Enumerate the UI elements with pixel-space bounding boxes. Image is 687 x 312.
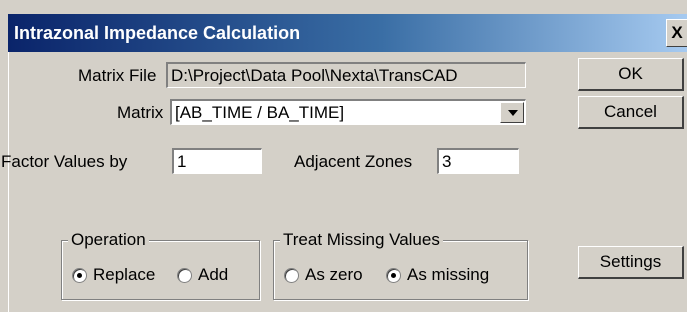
adjacent-zones-label: Adjacent Zones (294, 152, 413, 171)
matrix-selected-value: [AB_TIME / BA_TIME] (175, 103, 345, 122)
operation-legend: Operation (68, 230, 149, 250)
radio-as-missing[interactable]: As missing (386, 265, 489, 285)
radio-checked-icon (72, 267, 87, 283)
matrix-file-field: D:\Project\Data Pool\Nexta\TransCAD (166, 62, 526, 88)
factor-label: Factor Values by (1, 152, 128, 171)
missing-values-legend: Treat Missing Values (280, 230, 443, 250)
matrix-select[interactable]: [AB_TIME / BA_TIME] (170, 99, 526, 125)
chevron-down-icon (508, 110, 518, 116)
close-icon: X (671, 23, 683, 42)
factor-value: 1 (177, 152, 187, 171)
radio-unchecked-icon (284, 267, 299, 283)
matrix-file-label: Matrix File (78, 66, 157, 85)
radio-unchecked-icon (177, 267, 192, 283)
radio-as-zero-label: As zero (305, 265, 363, 284)
title-bar[interactable]: Intrazonal Impedance Calculation X (8, 14, 687, 52)
adjacent-zones-value: 3 (442, 152, 452, 171)
cancel-button[interactable]: Cancel (578, 96, 684, 129)
radio-as-missing-label: As missing (407, 265, 490, 284)
radio-checked-icon (386, 267, 401, 283)
factor-input[interactable]: 1 (172, 148, 262, 174)
settings-button[interactable]: Settings (578, 246, 684, 279)
close-button[interactable]: X (666, 19, 687, 47)
dialog-window: Intrazonal Impedance Calculation X Matri… (0, 0, 687, 312)
ok-button[interactable]: OK (578, 58, 684, 91)
missing-values-group: Treat Missing Values As zero As missing (273, 230, 528, 300)
radio-replace-label: Replace (93, 265, 156, 284)
operation-group: Operation Replace Add (61, 230, 260, 300)
radio-as-zero[interactable]: As zero (284, 265, 363, 285)
radio-replace[interactable]: Replace (72, 265, 155, 285)
matrix-file-value: D:\Project\Data Pool\Nexta\TransCAD (171, 66, 458, 85)
window-left-edge (0, 52, 9, 312)
matrix-dropdown-button[interactable] (500, 102, 524, 123)
matrix-label: Matrix (117, 103, 164, 122)
adjacent-zones-input[interactable]: 3 (437, 148, 519, 174)
radio-add[interactable]: Add (177, 265, 228, 285)
radio-add-label: Add (198, 265, 229, 284)
window-title: Intrazonal Impedance Calculation (14, 23, 301, 43)
